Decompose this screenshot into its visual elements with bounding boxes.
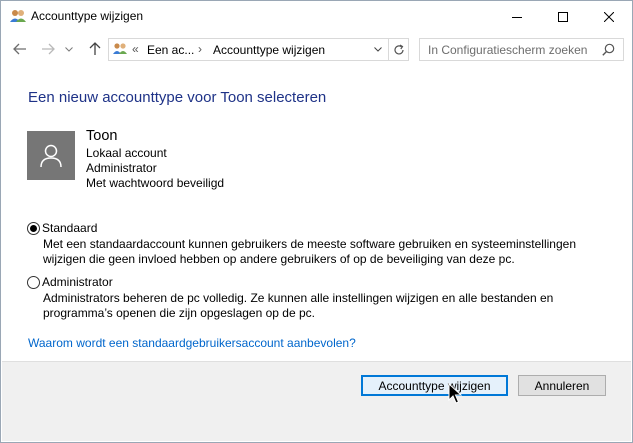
radio-standard[interactable] bbox=[27, 221, 40, 235]
mouse-cursor-icon bbox=[448, 382, 463, 405]
search-box[interactable] bbox=[419, 38, 624, 61]
footer-panel bbox=[2, 362, 631, 441]
user-role: Administrator bbox=[86, 161, 157, 175]
option-standard-label[interactable]: Standaard bbox=[42, 221, 97, 235]
description-line: Administrators beheren de pc volledig. Z… bbox=[43, 291, 554, 305]
arrow-up-icon bbox=[89, 42, 101, 55]
breadcrumb-separator[interactable]: › bbox=[198, 42, 202, 56]
refresh-button[interactable] bbox=[388, 39, 408, 60]
account-type-window: Accounttype wijzigen « Een ac... › Accou… bbox=[0, 0, 633, 443]
address-dropdown-button[interactable] bbox=[369, 39, 387, 60]
recent-locations-button[interactable] bbox=[63, 38, 75, 60]
maximize-icon bbox=[558, 11, 568, 22]
address-overflow-button[interactable]: « bbox=[132, 42, 139, 56]
address-bar[interactable]: « Een ac... › Accounttype wijzigen bbox=[108, 38, 409, 61]
option-administrator-label[interactable]: Administrator bbox=[42, 275, 113, 289]
arrow-right-icon bbox=[42, 43, 55, 55]
up-button[interactable] bbox=[85, 38, 105, 60]
radio-administrator[interactable] bbox=[27, 275, 40, 289]
avatar bbox=[27, 131, 75, 180]
arrow-left-icon bbox=[13, 43, 26, 55]
close-icon bbox=[604, 11, 614, 22]
option-standard-description: Met een standaardaccount kunnen gebruike… bbox=[43, 237, 613, 267]
title-bar[interactable]: Accounttype wijzigen bbox=[1, 1, 632, 32]
chevron-down-icon bbox=[374, 47, 382, 52]
change-account-type-button[interactable]: Accounttype wijzigen bbox=[361, 375, 508, 396]
maximize-button[interactable] bbox=[540, 1, 586, 32]
breadcrumb-current[interactable]: Accounttype wijzigen bbox=[213, 43, 325, 57]
navigation-bar: « Een ac... › Accounttype wijzigen bbox=[1, 32, 632, 66]
minimize-icon bbox=[512, 16, 522, 18]
users-icon bbox=[9, 8, 27, 24]
description-line: Met een standaardaccount kunnen gebruike… bbox=[43, 237, 576, 251]
minimize-button[interactable] bbox=[494, 1, 540, 32]
user-password-status: Met wachtwoord beveiligd bbox=[86, 176, 225, 190]
user-icon bbox=[40, 144, 62, 167]
option-administrator-description: Administrators beheren de pc volledig. Z… bbox=[43, 291, 613, 321]
help-link[interactable]: Waarom wordt een standaardgebruikersacco… bbox=[28, 336, 356, 350]
close-button[interactable] bbox=[586, 1, 632, 32]
forward-button[interactable] bbox=[38, 38, 58, 60]
cancel-button[interactable]: Annuleren bbox=[518, 375, 606, 396]
page-title: Een nieuw accounttype voor Toon selecter… bbox=[28, 89, 327, 106]
user-account-type: Lokaal account bbox=[86, 146, 167, 160]
back-button[interactable] bbox=[10, 38, 30, 60]
control-panel-icon bbox=[112, 42, 128, 57]
search-icon[interactable] bbox=[602, 43, 615, 56]
option-standard[interactable]: Standaard bbox=[27, 221, 97, 235]
breadcrumb-user-accounts[interactable]: Een ac... bbox=[147, 43, 194, 57]
user-name: Toon bbox=[86, 128, 118, 144]
search-input[interactable] bbox=[420, 39, 600, 60]
divider bbox=[2, 361, 631, 362]
window-title: Accounttype wijzigen bbox=[31, 9, 144, 23]
description-line: wijzigen die geen invloed hebben op ande… bbox=[43, 252, 515, 266]
description-line: programma’s openen die zijn opgeslagen o… bbox=[43, 306, 315, 320]
refresh-icon bbox=[393, 43, 404, 54]
option-administrator[interactable]: Administrator bbox=[27, 275, 113, 289]
chevron-down-icon bbox=[65, 46, 73, 52]
